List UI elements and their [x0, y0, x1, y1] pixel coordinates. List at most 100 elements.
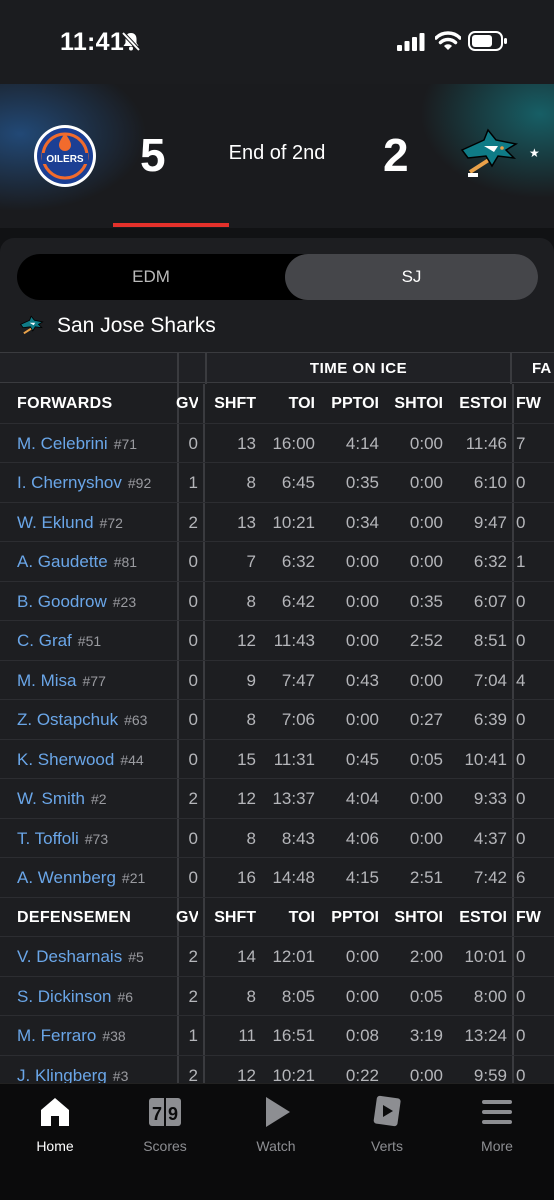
table-row[interactable]: M. Celebrini #71 0 13 16:00 4:14 0:00 11:46 7 [0, 423, 554, 464]
player-name[interactable]: V. Desharnais [17, 947, 122, 966]
tab-home[interactable]: Home [5, 1094, 105, 1154]
tab-verts[interactable]: Verts [337, 1094, 437, 1154]
player-name-link[interactable]: I. Chernyshov #92 [17, 463, 151, 503]
column-header-shtoi[interactable]: SHTOI [382, 384, 443, 423]
table-row[interactable]: W. Eklund #72 2 13 10:21 0:34 0:00 9:47 0 [0, 502, 554, 543]
section-header-row: FORWARDS GV SHFT TOI PPTOI SHTOI ESTOI FW [0, 384, 554, 424]
status-time: 11:41 [60, 28, 125, 56]
game-period-status: End of 2nd [228, 142, 326, 164]
table-row[interactable]: B. Goodrow #23 0 8 6:42 0:00 0:35 6:07 0 [0, 581, 554, 622]
player-name-link[interactable]: K. Sherwood #44 [17, 740, 144, 780]
player-name[interactable]: C. Graf [17, 631, 72, 650]
player-name[interactable]: W. Smith [17, 789, 85, 808]
player-name-link[interactable]: W. Smith #2 [17, 779, 107, 819]
battery-icon [468, 31, 507, 51]
player-name-link[interactable]: M. Misa #77 [17, 661, 106, 701]
player-name[interactable]: A. Wennberg [17, 868, 116, 887]
column-header-toi[interactable]: TOI [258, 384, 315, 423]
player-name-link[interactable]: A. Wennberg #21 [17, 858, 145, 898]
player-name-link[interactable]: M. Celebrini #71 [17, 424, 137, 464]
stat-estoi: 8:00 [473, 986, 507, 1006]
team-toggle[interactable]: EDM SJ [17, 254, 538, 300]
wifi-icon [435, 31, 461, 50]
table-row[interactable]: M. Ferraro #38 1 11 16:51 0:08 3:19 13:24 0 [0, 1016, 554, 1056]
column-header-fw[interactable]: FW [516, 898, 546, 937]
column-header-gv[interactable]: GV [176, 384, 198, 423]
player-name-link[interactable]: Z. Ostapchuk #63 [17, 700, 147, 740]
player-name-link[interactable]: V. Desharnais #5 [17, 937, 144, 977]
stat-fw: 0 [516, 631, 526, 650]
stat-shft: 13 [237, 433, 256, 453]
column-header-pptoi[interactable]: PPTOI [318, 384, 379, 423]
player-name[interactable]: M. Ferraro [17, 1026, 96, 1045]
player-name[interactable]: M. Misa [17, 671, 77, 690]
column-header-shtoi[interactable]: SHTOI [382, 898, 443, 937]
stat-shtoi: 0:00 [409, 552, 443, 571]
stat-gv: 0 [188, 591, 198, 611]
player-name-link[interactable]: J. Klingberg #3 [17, 1056, 128, 1084]
player-name[interactable]: T. Toffoli [17, 829, 79, 848]
table-row[interactable]: T. Toffoli #73 0 8 8:43 4:06 0:00 4:37 0 [0, 818, 554, 859]
stat-pptoi: 0:22 [345, 1065, 379, 1084]
player-name[interactable]: K. Sherwood [17, 750, 114, 769]
table-row[interactable]: M. Misa #77 0 9 7:47 0:43 0:00 7:04 4 [0, 660, 554, 701]
column-header-shft[interactable]: SHFT [205, 898, 256, 937]
player-name[interactable]: A. Gaudette [17, 552, 108, 571]
column-header-pptoi[interactable]: PPTOI [318, 898, 379, 937]
table-row[interactable]: S. Dickinson #6 2 8 8:05 0:00 0:05 8:00 0 [0, 976, 554, 1017]
player-name-link[interactable]: A. Gaudette #81 [17, 542, 137, 582]
stat-estoi: 9:59 [473, 1065, 507, 1084]
time-on-ice-group-label: TIME ON ICE [205, 353, 512, 384]
stat-estoi: 4:37 [473, 828, 507, 848]
table-row[interactable]: Z. Ostapchuk #63 0 8 7:06 0:00 0:27 6:39 0 [0, 700, 554, 740]
stat-shtoi: 3:19 [409, 1026, 443, 1045]
stat-shft: 8 [246, 986, 256, 1006]
team-toggle-sj[interactable]: SJ [285, 254, 538, 300]
table-row[interactable]: A. Gaudette #81 0 7 6:32 0:00 0:00 6:32 1 [0, 542, 554, 582]
column-header-gv[interactable]: GV [176, 898, 198, 937]
player-name[interactable]: Z. Ostapchuk [17, 710, 118, 729]
player-name-link[interactable]: T. Toffoli #73 [17, 819, 108, 859]
table-row[interactable]: V. Desharnais #5 2 14 12:01 0:00 2:00 10:01 0 [0, 937, 554, 977]
player-name[interactable]: S. Dickinson [17, 987, 111, 1006]
column-header-shft[interactable]: SHFT [205, 384, 256, 423]
player-name[interactable]: W. Eklund [17, 513, 94, 532]
table-row[interactable]: I. Chernyshov #92 1 8 6:45 0:35 0:00 6:10 0 [0, 463, 554, 503]
stat-toi: 12:01 [272, 947, 315, 966]
player-name-link[interactable]: M. Ferraro #38 [17, 1016, 126, 1056]
stat-shtoi: 0:00 [409, 670, 443, 690]
player-name[interactable]: I. Chernyshov [17, 473, 122, 492]
table-row[interactable]: J. Klingberg #3 2 12 10:21 0:22 0:00 9:59 0 [0, 1055, 554, 1084]
stat-shtoi: 0:00 [409, 473, 443, 492]
stat-shft: 13 [237, 512, 256, 532]
column-header-estoi[interactable]: ESTOI [446, 898, 507, 937]
table-row[interactable]: W. Smith #2 2 12 13:37 4:04 0:00 9:33 0 [0, 779, 554, 819]
player-name[interactable]: M. Celebrini [17, 434, 108, 453]
oilers-logo-icon: OILERS [34, 125, 96, 187]
tab-watch[interactable]: Watch [226, 1094, 326, 1154]
player-name-link[interactable]: S. Dickinson #6 [17, 977, 133, 1017]
stat-estoi: 6:07 [473, 591, 507, 611]
tab-scores[interactable]: 7 9 Scores [115, 1094, 215, 1154]
stat-fw: 0 [516, 710, 526, 729]
stat-fw: 6 [516, 868, 526, 887]
tab-more[interactable]: More [447, 1094, 547, 1154]
stat-shft: 11 [238, 1026, 256, 1045]
stat-pptoi: 0:35 [345, 473, 379, 492]
home-score: 5 [140, 129, 166, 181]
column-header-estoi[interactable]: ESTOI [446, 384, 507, 423]
column-header-fw[interactable]: FW [516, 384, 546, 423]
table-row[interactable]: C. Graf #51 0 12 11:43 0:00 2:52 8:51 0 [0, 621, 554, 661]
player-number: #23 [112, 593, 137, 610]
player-name-link[interactable]: B. Goodrow #23 [17, 582, 136, 622]
table-row[interactable]: A. Wennberg #21 0 16 14:48 4:15 2:51 7:42 6 [0, 858, 554, 898]
stat-shtoi: 0:00 [409, 789, 443, 808]
player-name[interactable]: J. Klingberg [17, 1066, 107, 1084]
team-toggle-edm[interactable]: EDM [17, 254, 285, 300]
player-name-link[interactable]: C. Graf #51 [17, 621, 101, 661]
column-header-toi[interactable]: TOI [258, 898, 315, 937]
player-name-link[interactable]: W. Eklund #72 [17, 503, 123, 543]
table-row[interactable]: K. Sherwood #44 0 15 11:31 0:45 0:05 10:41 0 [0, 739, 554, 780]
scoreboard[interactable]: OILERS 5 End of 2nd 2 ★ [0, 84, 554, 228]
player-name[interactable]: B. Goodrow [17, 592, 107, 611]
